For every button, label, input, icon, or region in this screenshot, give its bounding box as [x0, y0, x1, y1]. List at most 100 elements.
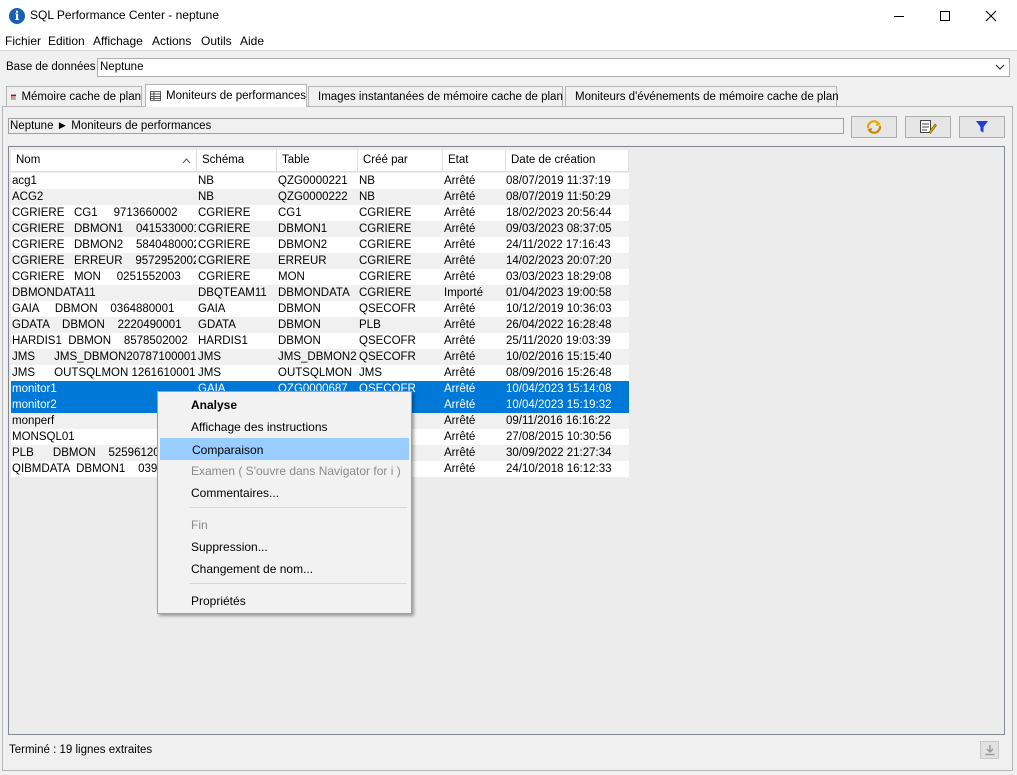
table-row[interactable]: CGRIERE DBMON2 5840480002 CGRIERE DBMON2 CG…: [11, 237, 629, 253]
table-row[interactable]: acg1 NB QZG0000221 NB Arrêté 08/07/2019 11:37…: [11, 173, 629, 189]
cell-date-creation: 08/07/2019 11:37:19: [506, 175, 611, 187]
cell-etat: Arrêté: [444, 447, 476, 459]
table-row[interactable]: HARDIS1 DBMON 8578502002 HARDIS1 DBMON QSEC…: [11, 333, 629, 349]
tab-plan-cache-snapshots[interactable]: Images instantanées de mémoire cache de …: [308, 86, 563, 106]
tab-performance-monitors[interactable]: Moniteurs de performances: [145, 84, 307, 107]
cell-table: QZG0000222: [278, 191, 348, 203]
cell-table: QZG0000221: [278, 175, 348, 187]
cell-date-creation: 10/02/2016 15:15:40: [506, 351, 612, 363]
table-row[interactable]: GAIA DBMON 0364880001 GAIA DBMON QSECOFR Arr…: [11, 301, 629, 317]
maximize-button[interactable]: [922, 0, 968, 31]
cell-table: DBMONDATA: [278, 287, 350, 299]
table-row[interactable]: ACG2 NB QZG0000222 NB Arrêté 08/07/2019 11:50…: [11, 189, 629, 205]
column-header-schema[interactable]: Schéma: [197, 150, 277, 172]
menu-item-comparaison[interactable]: Comparaison: [160, 438, 409, 460]
cell-etat: Arrêté: [444, 399, 476, 411]
cell-nom: HARDIS1 DBMON 8578502002: [12, 335, 188, 347]
menu-edition[interactable]: Edition: [48, 34, 85, 48]
close-icon: [985, 10, 997, 21]
cell-cree-par: CGRIERE: [359, 271, 412, 283]
menu-aide[interactable]: Aide: [240, 34, 264, 48]
tab-plan-cache-event-monitors[interactable]: Moniteurs d'événements de mémoire cache …: [565, 86, 839, 106]
edit-columns-button[interactable]: [905, 116, 951, 138]
menu-fichier[interactable]: Fichier: [5, 34, 41, 48]
database-select[interactable]: Neptune: [97, 58, 1010, 77]
cell-nom: GAIA DBMON 0364880001: [12, 303, 175, 315]
app-info-icon[interactable]: i: [9, 8, 25, 24]
cell-date-creation: 24/10/2018 16:12:33: [506, 463, 612, 475]
menu-item-suppression[interactable]: Suppression...: [160, 536, 409, 558]
table-row[interactable]: GDATA DBMON 2220490001 GDATA DBMON PLB Arrêt…: [11, 317, 629, 333]
cell-cree-par: QSECOFR: [359, 303, 416, 315]
column-header-table[interactable]: Table: [277, 150, 358, 172]
window-title: SQL Performance Center - neptune: [30, 8, 219, 22]
sql-cache-icon: [11, 94, 17, 99]
cell-table: DBMON: [278, 319, 321, 331]
cell-etat: Arrêté: [444, 415, 476, 427]
menu-item-examen-label: Examen ( S'ouvre dans Navigator for i ): [191, 464, 401, 478]
cell-cree-par: NB: [359, 175, 375, 187]
edit-columns-icon: [920, 120, 937, 134]
cell-date-creation: 09/03/2023 08:37:05: [506, 223, 612, 235]
context-menu: Analyse Affichage des instructions Compa…: [157, 391, 412, 614]
menu-actions[interactable]: Actions: [152, 34, 191, 48]
table-row[interactable]: JMS OUTSQLMON 1261610001 JMS OUTSQLMON JMS A…: [11, 365, 629, 381]
cell-cree-par: QSECOFR: [359, 351, 416, 363]
cell-etat: Arrêté: [444, 239, 476, 251]
cell-date-creation: 27/08/2015 10:30:56: [506, 431, 612, 443]
close-button[interactable]: [968, 0, 1014, 31]
cell-etat: Arrêté: [444, 351, 476, 363]
download-icon: [985, 745, 994, 756]
cell-schema: HARDIS1: [198, 335, 248, 347]
cell-date-creation: 10/12/2019 10:36:03: [506, 303, 612, 315]
sort-ascending-icon: [182, 158, 191, 164]
cell-schema: CGRIERE: [198, 271, 251, 283]
cell-table: MON: [278, 271, 305, 283]
column-header-label: Nom: [16, 154, 41, 166]
minimize-button[interactable]: [876, 0, 922, 31]
tab-label: Moniteurs de performances: [166, 90, 306, 102]
table-row[interactable]: CGRIERE DBMON1 0415330001 CGRIERE DBMON1 CG…: [11, 221, 629, 237]
table-row[interactable]: CGRIERE MON 0251552003 CGRIERE MON CGRIERE A…: [11, 269, 629, 285]
cell-etat: Arrêté: [444, 367, 476, 379]
cell-etat: Arrêté: [444, 335, 476, 347]
table-row[interactable]: DBMONDATA11 DBQTEAM11 DBMONDATA CGRIERE Impo…: [11, 285, 629, 301]
column-header-date-creation[interactable]: Date de création: [506, 150, 629, 172]
menu-item-proprietes[interactable]: Propriétés: [160, 590, 409, 612]
database-label: Base de données :: [6, 61, 102, 73]
cell-date-creation: 18/02/2023 20:56:44: [506, 207, 612, 219]
menu-affichage[interactable]: Affichage: [93, 34, 143, 48]
table-row[interactable]: JMS JMS_DBMON20787100001 JMS JMS_DBMON2 QSE…: [11, 349, 629, 365]
cell-date-creation: 25/11/2020 19:03:39: [506, 335, 611, 347]
table-row[interactable]: CGRIERE CG1 9713660002 CGRIERE CG1 CGRIERE A…: [11, 205, 629, 221]
column-header-etat[interactable]: Etat: [443, 150, 506, 172]
cell-cree-par: PLB: [359, 319, 381, 331]
menu-item-commentaires[interactable]: Commentaires...: [160, 482, 409, 504]
table-row[interactable]: CGRIERE ERREUR 9572952002 CGRIERE ERREUR CG…: [11, 253, 629, 269]
cell-schema: CGRIERE: [198, 207, 251, 219]
cell-table: CG1: [278, 207, 302, 219]
cell-etat: Arrêté: [444, 383, 476, 395]
cell-date-creation: 10/04/2023 15:19:32: [506, 399, 612, 411]
cell-schema: GDATA: [198, 319, 236, 331]
cell-etat: Arrêté: [444, 319, 476, 331]
menu-item-affichage-instructions[interactable]: Affichage des instructions: [160, 416, 409, 438]
tab-plan-cache[interactable]: Mémoire cache de plan: [6, 86, 142, 106]
cell-schema: JMS: [198, 367, 221, 379]
export-button[interactable]: [980, 741, 999, 759]
filter-button[interactable]: [959, 116, 1005, 138]
menu-bar: Fichier Edition Affichage Actions Outils…: [0, 31, 1017, 51]
menu-item-analyse[interactable]: Analyse: [160, 394, 409, 416]
cell-nom: CGRIERE DBMON2 5840480002: [12, 239, 196, 251]
maximize-icon: [940, 10, 950, 21]
column-header-cree-par[interactable]: Créé par: [358, 150, 443, 172]
column-header-nom[interactable]: Nom: [11, 150, 197, 172]
menu-item-changement-nom[interactable]: Changement de nom...: [160, 558, 409, 580]
menu-outils[interactable]: Outils: [201, 34, 232, 48]
tab-label: Images instantanées de mémoire cache de …: [318, 90, 563, 103]
cell-nom: CGRIERE MON 0251552003: [12, 271, 181, 283]
cell-date-creation: 08/09/2016 15:26:48: [506, 367, 612, 379]
refresh-icon: [866, 120, 882, 134]
cell-schema: NB: [198, 191, 214, 203]
refresh-button[interactable]: [851, 116, 897, 138]
